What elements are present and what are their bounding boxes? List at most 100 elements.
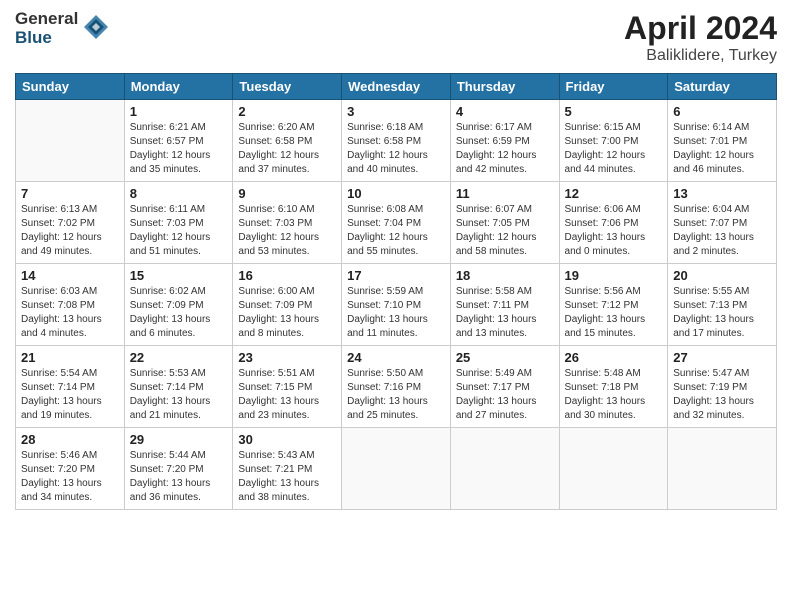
day-number: 9	[238, 186, 336, 201]
day-cell: 11Sunrise: 6:07 AM Sunset: 7:05 PM Dayli…	[450, 182, 559, 264]
day-cell: 19Sunrise: 5:56 AM Sunset: 7:12 PM Dayli…	[559, 264, 668, 346]
day-cell: 1 Sunrise: 6:21 AM Sunset: 6:57 PM Daylig…	[124, 100, 233, 182]
logo-icon	[82, 13, 110, 41]
day-number: 22	[130, 350, 228, 365]
day-cell	[342, 428, 451, 510]
week-row-1: 1 Sunrise: 6:21 AM Sunset: 6:57 PM Daylig…	[16, 100, 777, 182]
day-cell: 27 Sunrise: 5:47 AM Sunset: 7:19 PM Dayli…	[668, 346, 777, 428]
day-number: 5	[565, 104, 663, 119]
day-cell	[450, 428, 559, 510]
day-number: 14	[21, 268, 119, 283]
day-number: 21	[21, 350, 119, 365]
day-number: 16	[238, 268, 336, 283]
day-info: Sunrise: 5:55 AM Sunset: 7:13 PM Dayligh…	[673, 285, 771, 341]
day-cell: 20 Sunrise: 5:55 AM Sunset: 7:13 PM Dayli…	[668, 264, 777, 346]
day-number: 29	[130, 432, 228, 447]
day-cell: 9 Sunrise: 6:10 AM Sunset: 7:03 PM Daylig…	[233, 182, 342, 264]
day-number: 12	[565, 186, 663, 201]
day-number: 4	[456, 104, 554, 119]
day-number: 17	[347, 268, 445, 283]
day-number: 7	[21, 186, 119, 201]
day-info: Sunrise: 6:03 AM Sunset: 7:08 PM Dayligh…	[21, 285, 119, 341]
day-info: Sunrise: 6:00 AM Sunset: 7:09 PM Dayligh…	[238, 285, 336, 341]
day-number: 6	[673, 104, 771, 119]
day-info: Sunrise: 5:53 AM Sunset: 7:14 PM Dayligh…	[130, 367, 228, 423]
day-info: Sunrise: 5:46 AM Sunset: 7:20 PM Dayligh…	[21, 449, 119, 505]
day-info: Sunrise: 6:11 AM Sunset: 7:03 PM Dayligh…	[130, 203, 228, 259]
day-cell: 30Sunrise: 5:43 AM Sunset: 7:21 PM Dayli…	[233, 428, 342, 510]
location-subtitle: Baliklidere, Turkey	[624, 47, 777, 65]
day-info: Sunrise: 6:10 AM Sunset: 7:03 PM Dayligh…	[238, 203, 336, 259]
week-row-2: 7 Sunrise: 6:13 AM Sunset: 7:02 PM Daylig…	[16, 182, 777, 264]
col-friday: Friday	[559, 74, 668, 100]
day-info: Sunrise: 5:51 AM Sunset: 7:15 PM Dayligh…	[238, 367, 336, 423]
day-cell: 2 Sunrise: 6:20 AM Sunset: 6:58 PM Daylig…	[233, 100, 342, 182]
day-number: 20	[673, 268, 771, 283]
col-wednesday: Wednesday	[342, 74, 451, 100]
day-cell: 29 Sunrise: 5:44 AM Sunset: 7:20 PM Dayli…	[124, 428, 233, 510]
col-saturday: Saturday	[668, 74, 777, 100]
day-number: 18	[456, 268, 554, 283]
month-title: April 2024	[624, 10, 777, 47]
day-info: Sunrise: 6:13 AM Sunset: 7:02 PM Dayligh…	[21, 203, 119, 259]
day-cell: 24Sunrise: 5:50 AM Sunset: 7:16 PM Dayli…	[342, 346, 451, 428]
day-cell: 6 Sunrise: 6:14 AM Sunset: 7:01 PM Daylig…	[668, 100, 777, 182]
logo-blue: Blue	[15, 29, 78, 48]
col-thursday: Thursday	[450, 74, 559, 100]
logo-text: General Blue	[15, 10, 78, 47]
day-info: Sunrise: 5:50 AM Sunset: 7:16 PM Dayligh…	[347, 367, 445, 423]
week-row-4: 21 Sunrise: 5:54 AM Sunset: 7:14 PM Dayli…	[16, 346, 777, 428]
day-info: Sunrise: 5:54 AM Sunset: 7:14 PM Dayligh…	[21, 367, 119, 423]
day-cell: 7 Sunrise: 6:13 AM Sunset: 7:02 PM Daylig…	[16, 182, 125, 264]
day-number: 25	[456, 350, 554, 365]
day-number: 1	[130, 104, 228, 119]
day-cell: 26Sunrise: 5:48 AM Sunset: 7:18 PM Dayli…	[559, 346, 668, 428]
day-number: 26	[565, 350, 663, 365]
day-cell	[16, 100, 125, 182]
day-cell: 13 Sunrise: 6:04 AM Sunset: 7:07 PM Dayli…	[668, 182, 777, 264]
day-info: Sunrise: 6:06 AM Sunset: 7:06 PM Dayligh…	[565, 203, 663, 259]
day-number: 2	[238, 104, 336, 119]
day-number: 10	[347, 186, 445, 201]
day-info: Sunrise: 6:15 AM Sunset: 7:00 PM Dayligh…	[565, 121, 663, 177]
day-cell: 18 Sunrise: 5:58 AM Sunset: 7:11 PM Dayli…	[450, 264, 559, 346]
day-number: 27	[673, 350, 771, 365]
day-cell: 28 Sunrise: 5:46 AM Sunset: 7:20 PM Dayli…	[16, 428, 125, 510]
day-info: Sunrise: 5:47 AM Sunset: 7:19 PM Dayligh…	[673, 367, 771, 423]
header-row: Sunday Monday Tuesday Wednesday Thursday…	[16, 74, 777, 100]
header: General Blue April 2024 Baliklidere, Tur…	[15, 10, 777, 65]
day-cell: 21 Sunrise: 5:54 AM Sunset: 7:14 PM Dayli…	[16, 346, 125, 428]
day-number: 28	[21, 432, 119, 447]
day-cell	[559, 428, 668, 510]
day-cell: 12 Sunrise: 6:06 AM Sunset: 7:06 PM Dayli…	[559, 182, 668, 264]
week-row-3: 14 Sunrise: 6:03 AM Sunset: 7:08 PM Dayli…	[16, 264, 777, 346]
col-monday: Monday	[124, 74, 233, 100]
day-info: Sunrise: 6:21 AM Sunset: 6:57 PM Dayligh…	[130, 121, 228, 177]
day-cell: 8 Sunrise: 6:11 AM Sunset: 7:03 PM Daylig…	[124, 182, 233, 264]
day-cell: 17 Sunrise: 5:59 AM Sunset: 7:10 PM Dayli…	[342, 264, 451, 346]
day-info: Sunrise: 5:44 AM Sunset: 7:20 PM Dayligh…	[130, 449, 228, 505]
day-info: Sunrise: 5:59 AM Sunset: 7:10 PM Dayligh…	[347, 285, 445, 341]
day-number: 15	[130, 268, 228, 283]
day-cell: 4Sunrise: 6:17 AM Sunset: 6:59 PM Daylig…	[450, 100, 559, 182]
day-info: Sunrise: 6:04 AM Sunset: 7:07 PM Dayligh…	[673, 203, 771, 259]
day-info: Sunrise: 6:14 AM Sunset: 7:01 PM Dayligh…	[673, 121, 771, 177]
day-number: 30	[238, 432, 336, 447]
day-info: Sunrise: 6:20 AM Sunset: 6:58 PM Dayligh…	[238, 121, 336, 177]
day-info: Sunrise: 6:02 AM Sunset: 7:09 PM Dayligh…	[130, 285, 228, 341]
calendar-table: Sunday Monday Tuesday Wednesday Thursday…	[15, 73, 777, 510]
day-info: Sunrise: 5:49 AM Sunset: 7:17 PM Dayligh…	[456, 367, 554, 423]
day-cell: 23 Sunrise: 5:51 AM Sunset: 7:15 PM Dayli…	[233, 346, 342, 428]
day-info: Sunrise: 5:58 AM Sunset: 7:11 PM Dayligh…	[456, 285, 554, 341]
day-number: 3	[347, 104, 445, 119]
day-cell: 16 Sunrise: 6:00 AM Sunset: 7:09 PM Dayli…	[233, 264, 342, 346]
day-cell: 22 Sunrise: 5:53 AM Sunset: 7:14 PM Dayli…	[124, 346, 233, 428]
day-info: Sunrise: 6:07 AM Sunset: 7:05 PM Dayligh…	[456, 203, 554, 259]
day-number: 13	[673, 186, 771, 201]
col-sunday: Sunday	[16, 74, 125, 100]
day-number: 19	[565, 268, 663, 283]
day-cell: 10Sunrise: 6:08 AM Sunset: 7:04 PM Dayli…	[342, 182, 451, 264]
day-cell	[668, 428, 777, 510]
day-number: 8	[130, 186, 228, 201]
day-number: 23	[238, 350, 336, 365]
